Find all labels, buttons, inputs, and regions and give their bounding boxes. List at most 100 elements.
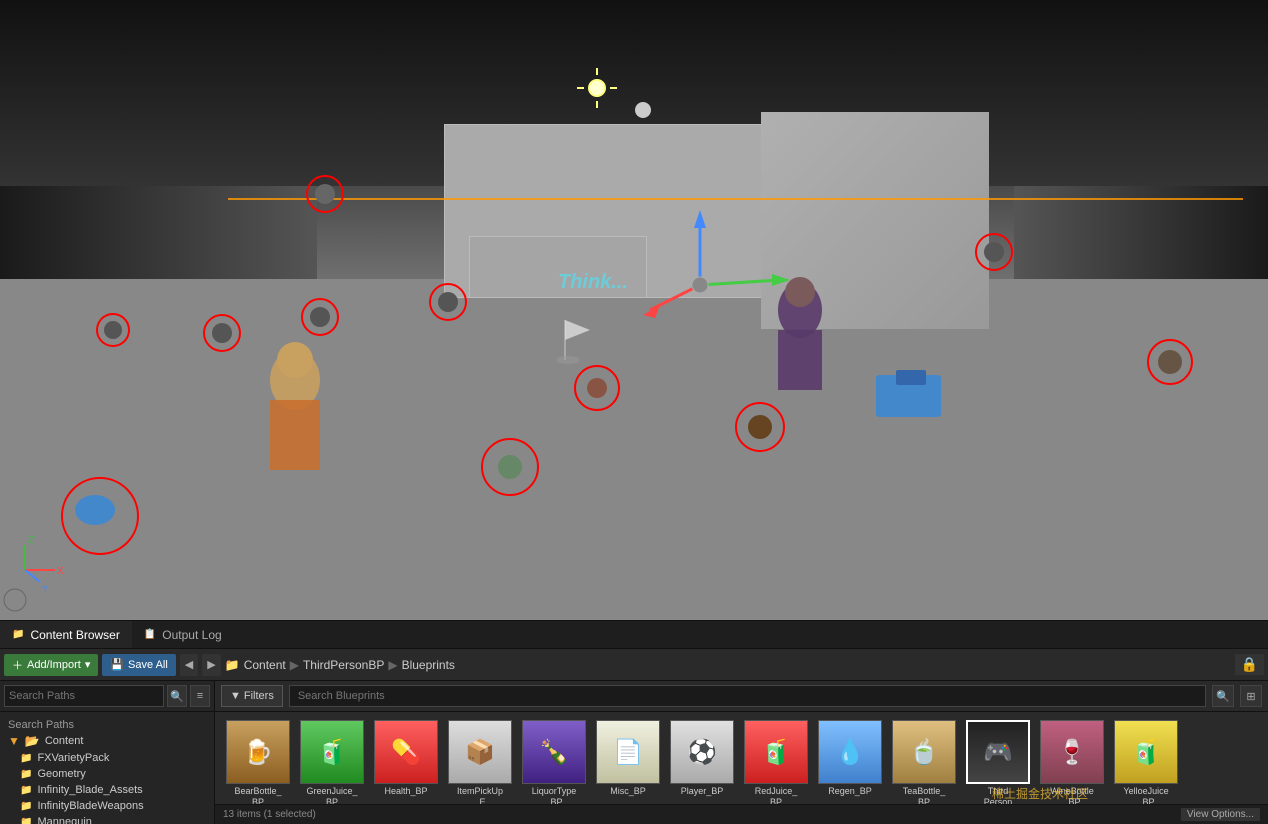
tab-content-browser[interactable]: 📁 Content Browser (0, 621, 132, 648)
lock-button[interactable]: 🔒 (1235, 654, 1264, 675)
filters-button[interactable]: ▼ Filters (221, 685, 283, 707)
content-search-input[interactable] (289, 685, 1206, 707)
folder-icon-ib-weapons: 📁 (20, 801, 32, 812)
asset-label-6: Player_BP (668, 786, 736, 797)
save-icon: 💾 (110, 658, 124, 671)
geometry-label: Geometry (37, 768, 85, 780)
asset-item-3[interactable]: 📦 ItemPickUp_E (445, 720, 515, 804)
folder-tree: Search Paths ▼ 📂 Content 📁 FXVarietyPack… (0, 712, 214, 824)
asset-item-7[interactable]: 🧃 RedJuice_BP (741, 720, 811, 804)
content-browser-tab-label: Content Browser (30, 628, 119, 642)
search-paths-label: Search Paths (0, 716, 214, 732)
content-browser-icon: 📁 (12, 629, 24, 640)
content-layout-button[interactable]: ⊞ (1240, 685, 1262, 707)
asset-item-8[interactable]: 💧 Regen_BP (815, 720, 885, 797)
watermark: 稀土掘金技术社区 (992, 785, 1088, 802)
asset-label-8: Regen_BP (816, 786, 884, 797)
tree-item-fxvarietypack[interactable]: 📁 FXVarietyPack (0, 750, 214, 766)
asset-item-12[interactable]: 🧃 YelloeJuice_BP (1111, 720, 1181, 804)
platform-step1 (469, 236, 647, 298)
ib-assets-label: Infinity_Blade_Assets (37, 784, 142, 796)
chevron-icon: ▾ (85, 658, 91, 671)
tree-item-geometry[interactable]: 📁 Geometry (0, 766, 214, 782)
tree-item-infinity-blade-assets[interactable]: 📁 Infinity_Blade_Assets (0, 782, 214, 798)
asset-item-0[interactable]: 🍺 BearBottle_BP (223, 720, 293, 804)
add-import-button[interactable]: ＋ Add/Import ▾ (4, 654, 98, 676)
fx-label: FXVarietyPack (37, 752, 109, 764)
save-all-label: Save All (128, 659, 168, 671)
breadcrumb-blueprints[interactable]: Blueprints (402, 658, 455, 672)
breadcrumb-sep1: ▶ (290, 658, 299, 672)
asset-item-4[interactable]: 🍾 LiquorType_BP (519, 720, 589, 804)
asset-thumb-12: 🧃 (1114, 720, 1178, 784)
asset-item-1[interactable]: 🧃 GreenJuice_BP (297, 720, 367, 804)
asset-item-6[interactable]: ⚽ Player_BP (667, 720, 737, 797)
asset-thumb-5: 📄 (596, 720, 660, 784)
breadcrumb-content[interactable]: Content (244, 658, 286, 672)
search-bar-container: 🔍 ≡ (0, 681, 214, 712)
asset-thumb-11: 🍷 (1040, 720, 1104, 784)
folder-icon-ib-assets: 📁 (20, 785, 32, 796)
asset-label-12: YelloeJuice_BP (1112, 786, 1180, 804)
tree-item-infinity-blade-weapons[interactable]: 📁 InfinityBladeWeapons (0, 798, 214, 814)
boundary-line (228, 198, 1242, 200)
floor (0, 279, 1268, 620)
asset-thumb-7: 🧃 (744, 720, 808, 784)
mannequin-label: Mannequin (37, 816, 91, 824)
asset-thumb-10: 🎮 (966, 720, 1030, 784)
breadcrumb: 📁 Content ▶ ThirdPersonBP ▶ Blueprints (225, 658, 1231, 672)
forward-button[interactable]: ▶ (202, 654, 220, 676)
content-folder-label: Content (45, 735, 84, 747)
asset-thumb-3: 📦 (448, 720, 512, 784)
asset-thumb-0: 🍺 (226, 720, 290, 784)
search-paths-input[interactable] (4, 685, 164, 707)
asset-label-3: ItemPickUp_E (446, 786, 514, 804)
back-button[interactable]: ◀ (180, 654, 198, 676)
output-log-icon: 📋 (144, 629, 156, 640)
search-options-button[interactable]: ≡ (190, 685, 210, 707)
breadcrumb-thirdperson[interactable]: ThirdPersonBP (303, 658, 384, 672)
filter-icon: ▼ (230, 690, 241, 702)
plus-icon: ＋ (12, 657, 23, 673)
content-area: 🔍 ≡ Search Paths ▼ 📂 Content 📁 FXVariety… (0, 681, 1268, 824)
stair-block (761, 112, 989, 329)
add-import-label: Add/Import (27, 659, 81, 671)
asset-label-9: TeaBottle_BP (890, 786, 958, 804)
asset-label-5: Misc_BP (594, 786, 662, 797)
right-panel: ▼ Filters 🔍 ⊞ 🍺 BearBottle_BP 🧃 GreenJui… (215, 681, 1268, 824)
tree-item-content[interactable]: ▼ 📂 Content (0, 732, 214, 750)
filter-bar: ▼ Filters 🔍 ⊞ (215, 681, 1268, 712)
asset-thumb-1: 🧃 (300, 720, 364, 784)
save-all-button[interactable]: 💾 Save All (102, 654, 175, 676)
asset-thumb-9: 🍵 (892, 720, 956, 784)
asset-label-1: GreenJuice_BP (298, 786, 366, 804)
tab-output-log[interactable]: 📋 Output Log (132, 621, 234, 648)
folder-icon-fx: 📁 (20, 753, 32, 764)
content-folder-open-icon: 📂 (25, 734, 40, 748)
asset-thumb-4: 🍾 (522, 720, 586, 784)
asset-thumb-8: 💧 (818, 720, 882, 784)
view-options-button[interactable]: View Options... (1181, 808, 1260, 821)
filters-label: Filters (244, 690, 274, 702)
search-paths-button[interactable]: 🔍 (167, 685, 187, 707)
content-search-button[interactable]: 🔍 (1212, 685, 1234, 707)
content-folder-icon: ▼ (8, 734, 20, 748)
folder-icon-geometry: 📁 (20, 769, 32, 780)
breadcrumb-sep2: ▶ (388, 658, 397, 672)
output-log-tab-label: Output Log (162, 628, 221, 642)
item-count-label: 13 items (1 selected) (223, 809, 316, 820)
asset-item-9[interactable]: 🍵 TeaBottle_BP (889, 720, 959, 804)
asset-grid: 🍺 BearBottle_BP 🧃 GreenJuice_BP 💊 Health… (215, 712, 1268, 804)
asset-label-4: LiquorType_BP (520, 786, 588, 804)
asset-item-5[interactable]: 📄 Misc_BP (593, 720, 663, 797)
tree-item-mannequin[interactable]: 📁 Mannequin (0, 814, 214, 824)
folder-icon-mannequin: 📁 (20, 817, 32, 824)
breadcrumb-folder-icon: 📁 (225, 658, 240, 672)
status-bar: 13 items (1 selected) View Options... (215, 804, 1268, 824)
asset-label-2: Health_BP (372, 786, 440, 797)
asset-label-0: BearBottle_BP (224, 786, 292, 804)
left-sidebar: 🔍 ≡ Search Paths ▼ 📂 Content 📁 FXVariety… (0, 681, 215, 824)
asset-thumb-6: ⚽ (670, 720, 734, 784)
asset-item-2[interactable]: 💊 Health_BP (371, 720, 441, 797)
tab-bar: 📁 Content Browser 📋 Output Log (0, 621, 1268, 649)
